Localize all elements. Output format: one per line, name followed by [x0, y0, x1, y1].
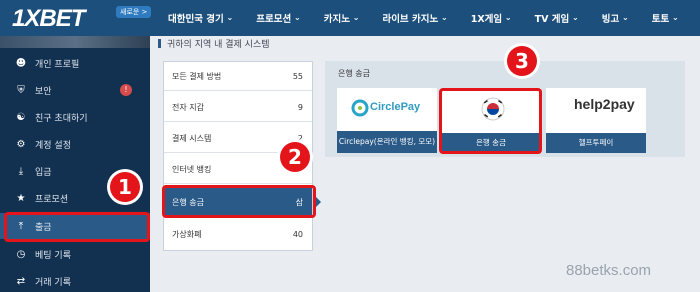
help2pay-logo-icon: help2pay — [574, 96, 635, 112]
step-badge-1: 1 — [110, 172, 140, 202]
nav-item-promotions[interactable]: 프로모션 — [256, 11, 300, 25]
profile-banner — [0, 36, 150, 48]
card-label: Circlepay(온라인 뱅킹, 모모) — [337, 131, 437, 153]
sidebar: ☻ 개인 프로필 ⛨ 보안 ! ☯ 친구 초대하기 ⚙ 계정 설정 ⤓ 입금 ★… — [0, 36, 150, 292]
user-icon: ☻ — [15, 57, 27, 69]
sidebar-item-security[interactable]: ⛨ 보안 ! — [0, 77, 150, 103]
method-label: 결제 시스템 — [172, 133, 212, 143]
card-label: 헬프투페이 — [546, 133, 646, 153]
top-bar: 1XBET 새로운 > 대한민국 경기 프로모션 카지노 라이브 카지노 1X게… — [0, 0, 700, 36]
watermark: 88betks.com — [566, 262, 652, 279]
nav-item-korea-matches[interactable]: 대한민국 경기 — [168, 11, 233, 25]
nav-item-toto[interactable]: 토토 — [652, 11, 679, 25]
method-label: 가상화폐 — [172, 230, 202, 239]
circlepay-logo-icon: CirclePay — [351, 99, 425, 117]
method-e-wallet[interactable]: 전자 지갑 9 — [164, 93, 312, 122]
card-help2pay[interactable]: help2pay 헬프투페이 — [546, 88, 646, 153]
sidebar-item-label: 프로모션 — [35, 194, 69, 205]
circlepay-logo-text: CirclePay — [370, 101, 421, 113]
new-badge[interactable]: 새로운 > — [116, 6, 152, 18]
method-crypto[interactable]: 가상화폐 40 — [164, 220, 312, 249]
sidebar-item-label: 친구 초대하기 — [35, 113, 88, 124]
method-count: 40 — [292, 230, 303, 239]
step-badge-2: 2 — [280, 142, 310, 172]
highlight-withdraw — [4, 212, 150, 242]
method-count: 2 — [297, 133, 303, 143]
sidebar-item-label: 입금 — [35, 167, 52, 178]
trophy-icon: ★ — [16, 192, 26, 204]
sidebar-item-bet-history[interactable]: ◷ 베팅 기록 — [0, 241, 150, 267]
method-count: 55 — [292, 71, 303, 81]
nav-item-casino[interactable]: 카지노 — [324, 11, 360, 25]
sidebar-item-transaction-history[interactable]: ⇄ 거래 기록 — [0, 268, 150, 292]
logo[interactable]: 1XBET — [12, 5, 85, 33]
sidebar-item-profile[interactable]: ☻ 개인 프로필 — [0, 50, 150, 76]
sidebar-item-account-settings[interactable]: ⚙ 계정 설정 — [0, 131, 150, 157]
gears-icon: ⚙ — [16, 138, 26, 150]
method-count: 9 — [297, 102, 303, 112]
panel-title: 은행 송금 — [338, 69, 370, 78]
sidebar-item-label: 보안 — [35, 86, 52, 97]
method-label: 인터넷 뱅킹 — [172, 164, 212, 174]
highlight-bank-transfer-card — [439, 88, 542, 154]
alert-icon: ! — [120, 84, 132, 96]
shield-icon: ⛨ — [17, 84, 25, 96]
page-title: 귀하의 지역 내 결제 시스템 — [158, 36, 270, 50]
transfer-icon: ⇄ — [16, 275, 26, 287]
nav-item-1x-games[interactable]: 1X게임 — [471, 11, 512, 25]
handshake-icon: ☯ — [16, 111, 26, 123]
method-label: 전자 지갑 — [172, 102, 204, 112]
sidebar-item-label: 계정 설정 — [35, 140, 71, 151]
sidebar-item-label: 베팅 기록 — [35, 250, 71, 261]
clock-icon: ◷ — [16, 248, 26, 260]
sidebar-item-label: 거래 기록 — [35, 277, 71, 288]
main-nav: 대한민국 경기 프로모션 카지노 라이브 카지노 1X게임 TV 게임 빙고 토… — [168, 0, 700, 36]
step-badge-3: 3 — [507, 46, 537, 76]
nav-item-live-casino[interactable]: 라이브 카지노 — [382, 11, 447, 25]
method-all[interactable]: 모든 결제 방법 55 — [164, 62, 312, 91]
sidebar-item-label: 개인 프로필 — [35, 59, 80, 70]
card-circlepay[interactable]: CirclePay Circlepay(온라인 뱅킹, 모모) — [337, 88, 437, 153]
highlight-bank-transfer-method — [162, 185, 316, 218]
download-icon: ⤓ — [18, 165, 24, 177]
method-label: 모든 결제 방법 — [172, 71, 222, 81]
nav-item-bingo[interactable]: 빙고 — [602, 11, 629, 25]
sidebar-item-invite-friends[interactable]: ☯ 친구 초대하기 — [0, 104, 150, 130]
nav-item-tv-games[interactable]: TV 게임 — [535, 11, 579, 25]
